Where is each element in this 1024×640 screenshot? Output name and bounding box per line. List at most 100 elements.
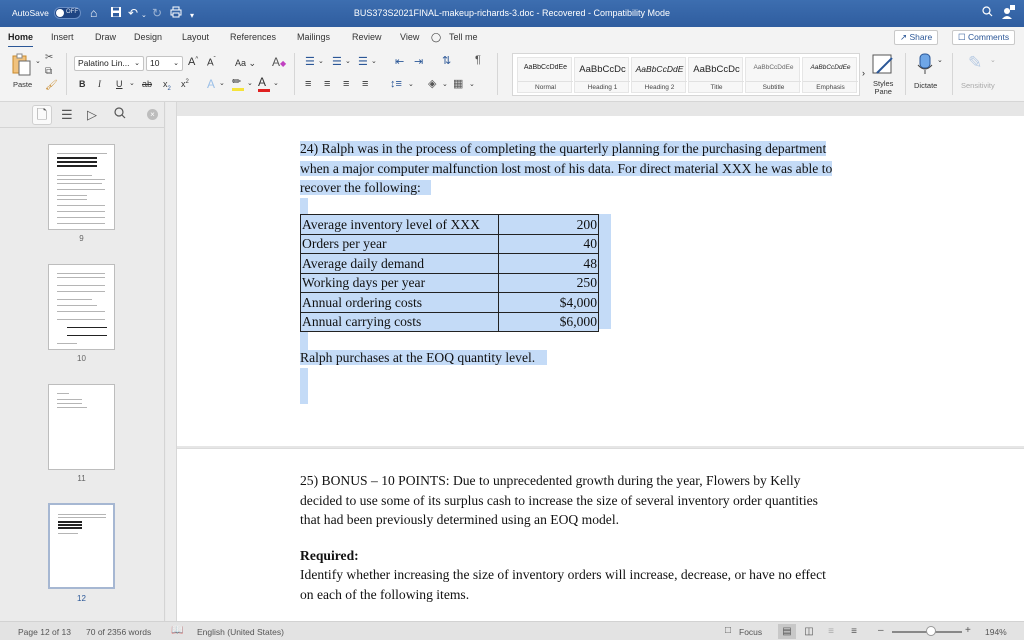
table-cell-label[interactable]: Orders per year — [300, 233, 499, 254]
search-icon[interactable] — [982, 5, 993, 20]
tab-draw[interactable]: Draw — [95, 32, 116, 42]
document-map-icon[interactable]: ☰ — [61, 107, 73, 123]
style-normal[interactable]: AaBbCcDdEe Normal — [517, 57, 573, 93]
outline-view-button[interactable]: ≡ — [822, 624, 840, 639]
page-thumbnail-9[interactable] — [48, 144, 115, 230]
style-heading-2[interactable]: AaBbCcDdE Heading 2 — [631, 57, 687, 93]
page-thumbnail-11[interactable] — [48, 384, 115, 470]
style-title[interactable]: AaBbCcDc Title — [688, 57, 744, 93]
chevron-down-icon[interactable]: ⌄ — [937, 56, 943, 64]
font-size-dropdown[interactable]: 10 ⌄ — [146, 56, 183, 71]
table-cell-value[interactable]: $6,000 — [498, 311, 599, 332]
table-cell-value[interactable]: 250 — [498, 272, 599, 293]
styles-pane-button[interactable] — [872, 54, 894, 78]
font-color-icon[interactable]: A — [258, 75, 270, 92]
highlight-icon[interactable]: ✏ — [232, 75, 244, 91]
table-cell-label[interactable]: Annual ordering costs — [300, 292, 499, 313]
page-thumbnail-10[interactable] — [48, 264, 115, 350]
q24-paragraph[interactable]: 24) Ralph was in the process of completi… — [300, 139, 833, 198]
table-cell-label[interactable]: Annual carrying costs — [300, 311, 499, 332]
tab-design[interactable]: Design — [134, 32, 162, 42]
chevron-down-icon[interactable]: ⌄ — [408, 80, 414, 88]
copy-icon[interactable]: ⧉ — [45, 66, 52, 77]
change-case-button[interactable]: Aa ⌄ — [235, 58, 256, 69]
multilevel-list-icon[interactable]: ☰ — [358, 55, 368, 68]
q25-paragraph[interactable]: 25) BONUS – 10 POINTS: Due to unpreceden… — [300, 471, 818, 530]
cut-icon[interactable]: ✂ — [45, 52, 53, 63]
web-layout-view-button[interactable]: ◫ — [800, 624, 818, 639]
chevron-down-icon[interactable]: ⌄ — [442, 80, 448, 88]
chevron-down-icon[interactable]: ⌄ — [318, 57, 324, 65]
style-heading-1[interactable]: AaBbCcDc Heading 1 — [574, 57, 630, 93]
tab-home[interactable]: Home — [8, 32, 34, 48]
chevron-down-icon[interactable]: ⌄ — [469, 80, 475, 88]
share-button[interactable]: ↗ Share — [894, 30, 939, 45]
table-cell-value[interactable]: 48 — [498, 253, 599, 274]
chevron-down-icon[interactable]: ⌄ — [371, 57, 377, 65]
tell-me-input[interactable]: Tell me — [449, 32, 478, 42]
table-cell-label[interactable]: Average daily demand — [300, 253, 499, 274]
tab-view[interactable]: View — [400, 32, 419, 42]
paste-button[interactable] — [12, 53, 32, 79]
font-name-dropdown[interactable]: Palatino Lin... ⌄ — [74, 56, 144, 71]
subscript-button[interactable]: x2 — [163, 79, 171, 92]
chevron-down-icon[interactable]: ⌄ — [345, 57, 351, 65]
bold-button[interactable]: B — [79, 79, 86, 89]
zoom-out-button[interactable]: – — [878, 625, 884, 636]
align-center-icon[interactable]: ≡ — [324, 78, 330, 90]
text-effects-icon[interactable]: A — [207, 77, 215, 91]
underline-dropdown-icon[interactable]: ⌄ — [129, 79, 135, 87]
comments-button[interactable]: ☐ Comments — [952, 30, 1016, 45]
required-paragraph[interactable]: Identify whether increasing the size of … — [300, 565, 826, 604]
clear-formatting-icon[interactable]: A◆ — [272, 55, 286, 69]
table-cell-value[interactable]: 200 — [498, 214, 599, 235]
print-layout-view-button[interactable]: ▤ — [778, 624, 796, 639]
gallery-more-icon[interactable]: › — [862, 68, 865, 78]
proofing-icon[interactable]: 📖 — [171, 625, 183, 636]
search-icon[interactable] — [114, 107, 126, 122]
justify-icon[interactable]: ≡ — [362, 78, 368, 90]
table-cell-value[interactable]: $4,000 — [498, 292, 599, 313]
align-right-icon[interactable]: ≡ — [343, 78, 349, 90]
eoq-paragraph[interactable]: Ralph purchases at the EOQ quantity leve… — [300, 348, 548, 368]
borders-icon[interactable]: ▦ — [453, 77, 463, 90]
thumbnails-icon[interactable]: 🗋 — [32, 105, 52, 125]
reviewing-icon[interactable]: ▷ — [87, 107, 97, 123]
page-count[interactable]: Page 12 of 13 — [18, 627, 71, 637]
increase-indent-icon[interactable]: ⇥ — [414, 55, 423, 68]
grow-font-button[interactable]: A^ — [188, 56, 198, 68]
chevron-down-icon[interactable]: ⌄ — [247, 79, 253, 87]
paste-dropdown-icon[interactable]: ⌄ — [35, 57, 41, 65]
shading-icon[interactable]: ◈ — [428, 77, 436, 90]
tab-references[interactable]: References — [230, 32, 276, 42]
language-indicator[interactable]: English (United States) — [197, 627, 284, 637]
italic-button[interactable]: I — [98, 79, 101, 89]
account-icon[interactable] — [1002, 5, 1015, 22]
table-cell-label[interactable]: Working days per year — [300, 272, 499, 293]
format-painter-icon[interactable]: 🖌 — [45, 80, 58, 91]
underline-button[interactable]: U — [116, 79, 123, 89]
zoom-level[interactable]: 194% — [985, 627, 1007, 637]
zoom-slider-handle[interactable] — [926, 626, 936, 636]
style-subtitle[interactable]: AaBbCcDdEe Subtitle — [745, 57, 801, 93]
show-formatting-icon[interactable]: ¶ — [475, 54, 481, 66]
shrink-font-button[interactable]: Aˇ — [207, 57, 216, 68]
sort-icon[interactable]: ⇅ — [442, 54, 451, 67]
strikethrough-button[interactable]: ab — [142, 79, 152, 89]
document-page-12[interactable]: 24) Ralph was in the process of completi… — [177, 116, 1024, 446]
page-thumbnail-12[interactable] — [48, 503, 115, 589]
table-cell-label[interactable]: Average inventory level of XXX — [300, 214, 499, 235]
close-pane-icon[interactable]: × — [147, 109, 158, 120]
line-spacing-icon[interactable]: ↕≡ — [390, 78, 402, 90]
decrease-indent-icon[interactable]: ⇤ — [395, 55, 404, 68]
chevron-down-icon[interactable]: ⌄ — [219, 79, 225, 87]
word-count[interactable]: 70 of 2356 words — [86, 627, 151, 637]
numbering-icon[interactable]: ☰ — [332, 55, 342, 68]
tab-mailings[interactable]: Mailings — [297, 32, 330, 42]
eoq-data-table[interactable]: Average inventory level of XXX 200 Orders … — [300, 214, 599, 332]
align-left-icon[interactable]: ≡ — [305, 78, 311, 90]
style-emphasis[interactable]: AaBbCcDdEe Emphasis — [802, 57, 858, 93]
tab-layout[interactable]: Layout — [182, 32, 209, 42]
table-cell-value[interactable]: 40 — [498, 233, 599, 254]
tab-insert[interactable]: Insert — [51, 32, 74, 42]
